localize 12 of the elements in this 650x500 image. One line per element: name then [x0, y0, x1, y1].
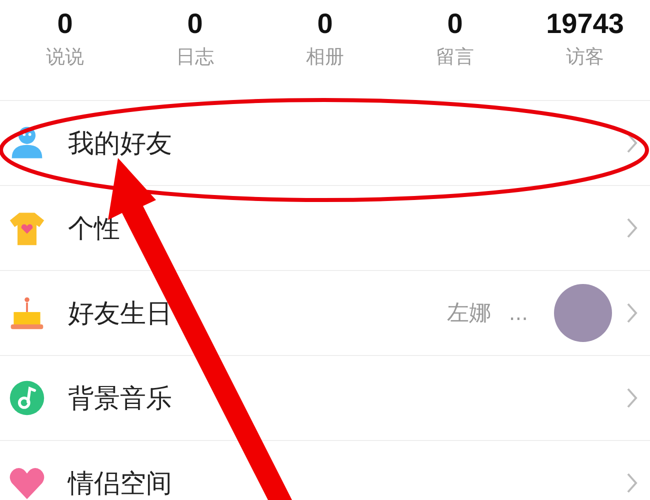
stat-count: 0	[447, 7, 463, 41]
chevron-right-icon	[626, 472, 638, 494]
chevron-right-icon	[626, 217, 638, 239]
ellipsis-text: ...	[508, 301, 528, 325]
stat-count: 19743	[546, 7, 624, 41]
stat-count: 0	[317, 7, 333, 41]
stat-count: 0	[57, 7, 73, 41]
stat-count: 0	[187, 7, 203, 41]
chevron-right-icon	[626, 302, 638, 324]
friend-name: 左娜	[446, 300, 491, 328]
music-note-icon	[8, 379, 46, 417]
chevron-right-icon	[626, 387, 638, 409]
